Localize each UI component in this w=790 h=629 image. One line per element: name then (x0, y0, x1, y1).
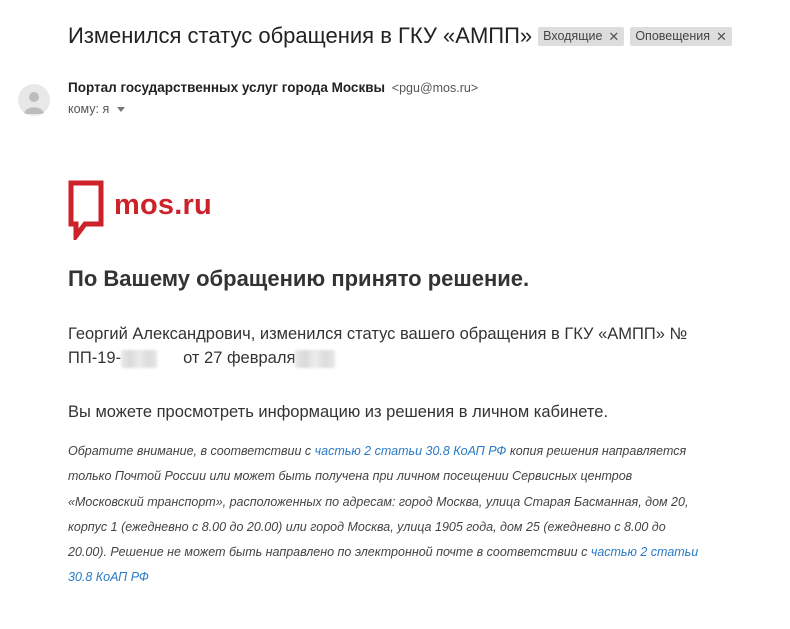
caret-down-icon[interactable] (117, 106, 126, 112)
speech-bubble-icon (68, 180, 104, 240)
status-number-prefix: ПП-19- (68, 349, 122, 367)
legal-note-text: копия решения направляется только Почтой… (68, 444, 689, 560)
label-chip-notifications[interactable]: Оповещения ✕ (630, 26, 732, 46)
cabinet-line: Вы можете просмотреть информацию из реше… (68, 403, 609, 421)
sender-name[interactable]: Портал государственных услуг города Моск… (68, 80, 385, 95)
label-chip-text: Входящие (543, 29, 603, 43)
close-icon[interactable]: ✕ (608, 30, 619, 43)
status-date: от 27 февраля (183, 349, 296, 367)
recipient-line[interactable]: кому: я (68, 102, 126, 116)
redacted-year (295, 349, 336, 368)
message-headline: По Вашему обращению принято решение. (68, 266, 530, 291)
recipient-text: кому: я (68, 102, 110, 116)
redacted-number (121, 349, 158, 368)
sender-avatar[interactable] (18, 84, 50, 116)
label-chip-inbox[interactable]: Входящие ✕ (538, 26, 625, 46)
legal-note: Обратите внимание, в соответствии с част… (68, 439, 708, 591)
status-number-line: ПП-19- от 27 февраля (68, 346, 336, 370)
close-icon[interactable]: ✕ (716, 30, 727, 43)
sender-email: <pgu@mos.ru> (391, 81, 479, 95)
koap-link[interactable]: частью 2 статьи 30.8 КоАП РФ (315, 444, 507, 458)
logo-text: mos.ru (114, 188, 212, 221)
legal-note-text: Обратите внимание, в соответствии с (68, 444, 315, 458)
label-chip-text: Оповещения (635, 29, 710, 43)
email-subject-row: Изменился статус обращения в ГКУ «АМПП» … (68, 20, 732, 52)
status-line: Георгий Александрович, изменился статус … (68, 325, 688, 343)
sender-line: Портал государственных услуг города Моск… (68, 80, 478, 95)
person-icon (24, 92, 44, 114)
email-subject: Изменился статус обращения в ГКУ «АМПП» (68, 23, 533, 48)
mos-ru-logo: mos.ru (68, 180, 212, 240)
